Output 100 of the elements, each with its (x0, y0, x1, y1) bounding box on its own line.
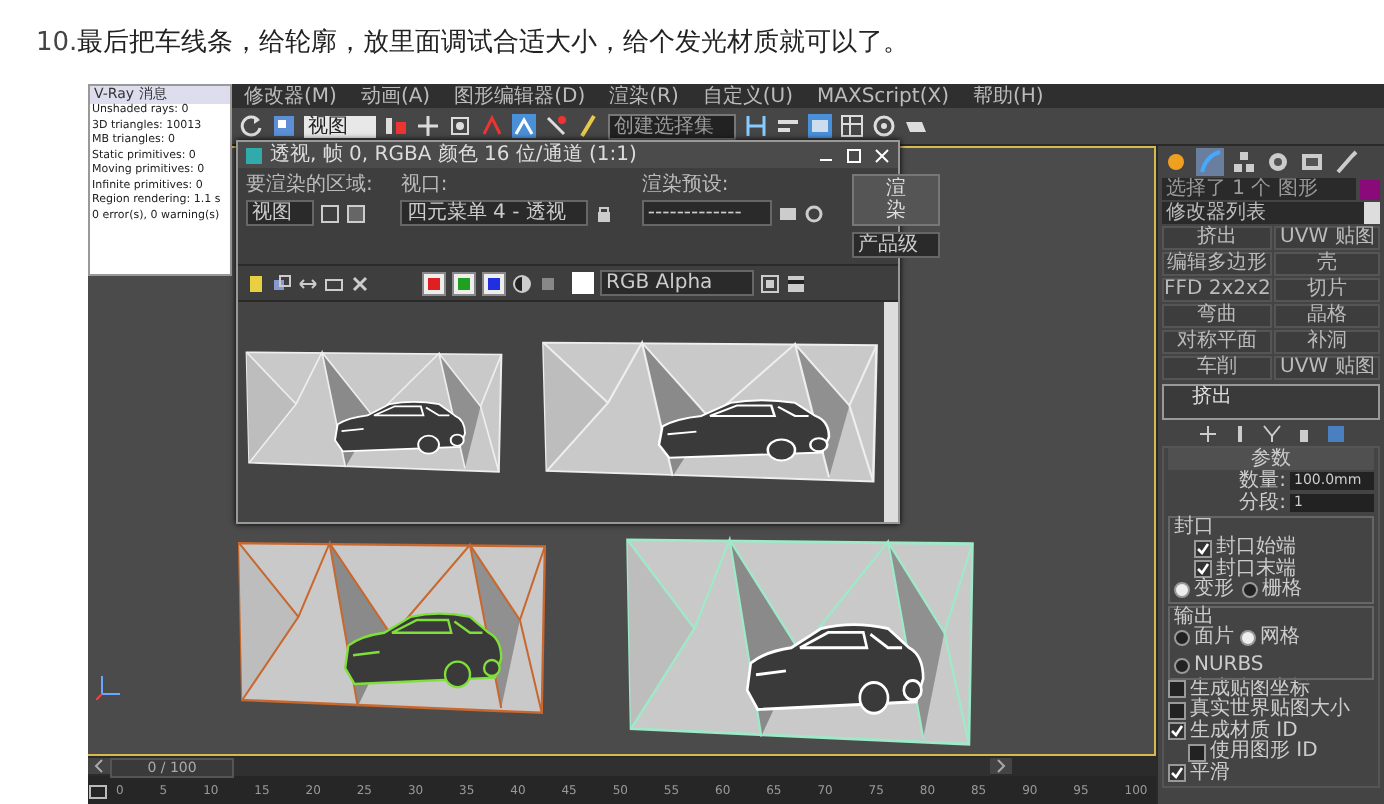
menu-item[interactable]: 自定义(U) (702, 85, 793, 107)
select-icon[interactable] (272, 114, 296, 138)
radio-button[interactable] (1174, 629, 1190, 646)
car-outline-drawing[interactable] (745, 623, 925, 715)
snap-icon[interactable] (448, 114, 472, 138)
modifier-button[interactable]: 编辑多边形 (1162, 252, 1273, 276)
radio-button[interactable] (1174, 658, 1190, 675)
field-label: 视口: (400, 174, 450, 196)
axis-icon[interactable] (96, 672, 124, 700)
wrench-icon[interactable] (1332, 148, 1360, 176)
scrollbar[interactable] (884, 302, 898, 522)
menu-item[interactable]: 动画(A) (360, 85, 431, 107)
monitor-icon[interactable] (1298, 148, 1326, 176)
checkbox[interactable] (1194, 560, 1212, 579)
undo-icon[interactable] (240, 114, 264, 138)
gear-icon[interactable] (803, 203, 824, 223)
view-dropdown[interactable]: 视图 (304, 115, 376, 137)
rollout-header[interactable]: 参数 (1168, 448, 1374, 470)
mono-icon[interactable] (512, 273, 532, 293)
display-icon[interactable] (786, 273, 807, 293)
print-icon[interactable] (324, 273, 344, 293)
checkbox-label: 生成材质 ID (1190, 721, 1298, 741)
radio-label: 栅格 (1262, 580, 1302, 601)
channel-dropdown[interactable]: RGB Alpha (600, 270, 755, 296)
channel-toggle[interactable] (452, 271, 476, 295)
material-editor-icon[interactable] (840, 114, 864, 138)
key-filter-icon[interactable] (88, 781, 108, 799)
modifier-button[interactable]: 补洞 (1274, 330, 1380, 354)
car-outline-drawing[interactable] (344, 612, 503, 689)
menu-item[interactable]: 修改器(M) (244, 85, 337, 107)
menu-item[interactable]: 渲染(R) (609, 85, 679, 107)
object-name-field[interactable]: 选择了 1 个 图形 (1162, 178, 1356, 200)
move-icon[interactable] (416, 114, 440, 138)
menu-item[interactable]: MAXScript(X) (817, 85, 949, 107)
modifier-button[interactable]: 晶格 (1274, 304, 1380, 328)
checkbox[interactable] (1168, 701, 1186, 720)
region-icon[interactable] (320, 203, 340, 223)
checkbox[interactable] (1168, 722, 1186, 741)
schematic-icon[interactable] (808, 114, 832, 138)
pencil-icon[interactable] (576, 114, 600, 138)
render-button[interactable]: 渲染 (851, 174, 940, 226)
selection-set-field[interactable]: 创建选择集 (608, 113, 736, 139)
maximize-icon[interactable] (844, 145, 864, 165)
funnel-icon[interactable] (1261, 424, 1281, 444)
previous-icon[interactable] (88, 758, 110, 774)
close-icon[interactable] (872, 145, 892, 165)
hierarchy-icon[interactable] (1230, 148, 1258, 176)
menu-item[interactable]: 图形编辑器(D) (454, 85, 586, 107)
field-label: 渲染预设: (641, 174, 731, 196)
save-icon[interactable] (777, 203, 798, 223)
modifier-button[interactable]: 切片 (1274, 278, 1380, 302)
render-mode-dropdown[interactable]: 产品级 (851, 232, 940, 258)
radio-button[interactable] (1174, 582, 1190, 599)
checkbox[interactable] (1194, 539, 1212, 558)
radio-button[interactable] (1240, 629, 1256, 646)
stack-item[interactable]: 挤出 (1164, 386, 1378, 408)
menu-item[interactable]: 帮助(H) (972, 85, 1044, 107)
lock-icon[interactable] (593, 203, 614, 223)
color-swatch[interactable] (572, 272, 594, 294)
modifier-button[interactable]: 车削 (1162, 356, 1273, 380)
crop-icon[interactable] (346, 203, 366, 223)
modifier-button[interactable]: 挤出 (1162, 226, 1273, 250)
checkbox-label: 封口末端 (1216, 559, 1296, 579)
copy-icon[interactable] (272, 273, 292, 293)
field-label: 要渲染的区域: (246, 174, 373, 196)
channel-toggle[interactable] (482, 271, 506, 295)
radio-label: 网格 (1260, 627, 1300, 648)
app-icon[interactable] (244, 145, 264, 165)
arrows-icon[interactable] (298, 273, 318, 293)
sun-icon[interactable] (1162, 148, 1190, 176)
frame-icon[interactable] (760, 273, 781, 293)
modifier-list-dropdown[interactable]: 修改器列表 (1162, 202, 1380, 224)
dropdown[interactable]: 四元菜单 4 - 透视 (400, 200, 588, 226)
next-icon[interactable] (990, 758, 1012, 774)
dropdown[interactable]: 视图 (246, 200, 314, 226)
step-number: 10. (36, 27, 78, 57)
align-icon[interactable] (384, 114, 408, 138)
modifier-button[interactable]: FFD 2x2x2 (1162, 278, 1273, 302)
circle-icon[interactable] (1264, 148, 1292, 176)
clipboard-icon[interactable] (246, 273, 266, 293)
checkbox[interactable] (1188, 743, 1206, 762)
rendered-car-drawing[interactable] (656, 399, 830, 462)
object-color-swatch[interactable] (1360, 179, 1380, 199)
checkbox[interactable] (1168, 680, 1186, 699)
modifier-button[interactable]: UVW 贴图 (1274, 226, 1380, 250)
radio-label: 面片 (1194, 627, 1234, 648)
dropdown[interactable]: ------------- (641, 200, 772, 226)
modifier-button[interactable]: UVW 贴图 (1274, 356, 1380, 380)
mirror-icon[interactable] (744, 114, 768, 138)
radio-button[interactable] (1242, 582, 1258, 599)
modifier-button[interactable]: 对称平面 (1162, 330, 1273, 354)
modifier-button[interactable]: 壳 (1274, 252, 1380, 276)
rendered-car-drawing[interactable] (333, 400, 465, 455)
checkbox-label: 封口始端 (1216, 538, 1296, 558)
modifier-button[interactable]: 弯曲 (1162, 304, 1273, 328)
pin-icon[interactable] (1197, 424, 1217, 444)
checkbox[interactable] (1168, 764, 1186, 783)
layers-icon[interactable] (776, 114, 800, 138)
channel-toggle[interactable] (422, 271, 446, 295)
gear-icon[interactable] (872, 114, 896, 138)
